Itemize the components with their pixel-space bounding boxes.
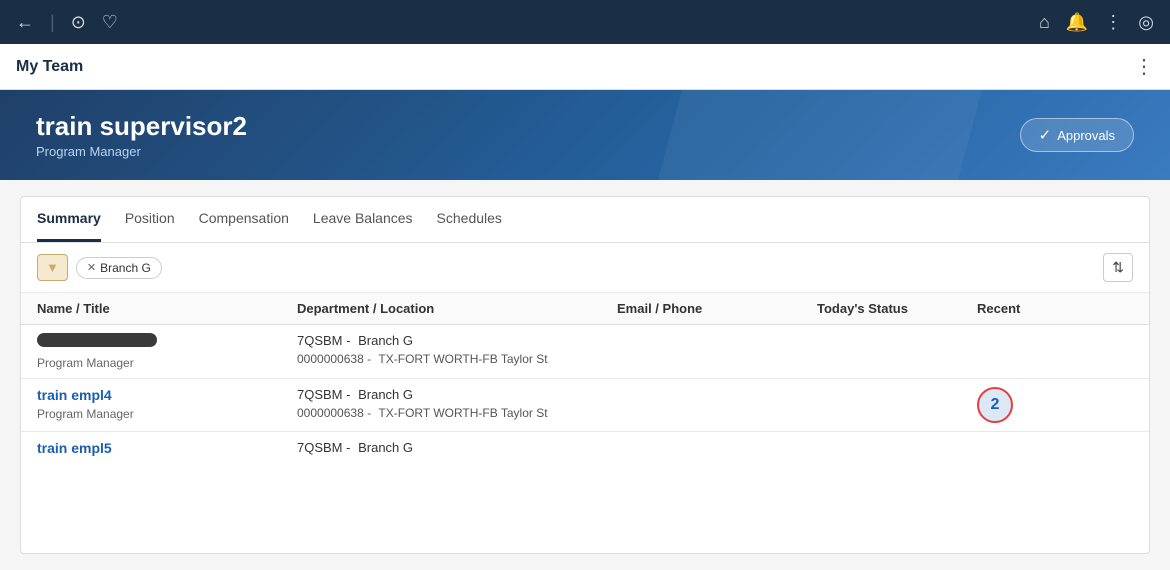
filter-close-icon[interactable]: ✕	[87, 261, 96, 274]
page-title: My Team	[16, 58, 83, 76]
employee-dept-primary: 7QSBM - Branch G	[297, 333, 617, 348]
col-header-dept: Department / Location	[297, 301, 617, 316]
employee-name-cell: train empl5	[37, 440, 297, 460]
filter-row: ▼ ✕ Branch G ⇅	[21, 243, 1149, 293]
hero-job-title: Program Manager	[36, 144, 247, 159]
content-card: Summary Position Compensation Leave Bala…	[20, 196, 1150, 554]
employee-job-title: Program Manager	[37, 407, 297, 421]
sort-icon: ⇅	[1112, 259, 1124, 275]
hero-banner: train supervisor2 Program Manager ✓ Appr…	[0, 90, 1170, 180]
compass-icon[interactable]: ◎	[1138, 12, 1154, 33]
tab-leave-balances[interactable]: Leave Balances	[313, 197, 413, 242]
approvals-button-label: Approvals	[1057, 128, 1115, 143]
notifications-icon[interactable]: 🔔	[1066, 12, 1088, 33]
employee-dept-cell: 7QSBM - Branch G 0000000638 - TX-FORT WO…	[297, 333, 617, 366]
employee-recent-cell[interactable]: 2	[977, 387, 1077, 423]
employee-job-title: Program Manager	[37, 356, 297, 370]
tab-schedules[interactable]: Schedules	[437, 197, 502, 242]
redacted-name-bar	[37, 333, 157, 347]
filter-button[interactable]: ▼	[37, 254, 68, 281]
page-header-bar: My Team ⋮	[0, 44, 1170, 90]
col-header-recent: Recent	[977, 301, 1077, 316]
table-body: Program Manager 7QSBM - Branch G 0000000…	[21, 325, 1149, 543]
employee-location: 0000000638 - TX-FORT WORTH-FB Taylor St	[297, 352, 617, 366]
main-content: Summary Position Compensation Leave Bala…	[0, 180, 1170, 570]
table-row: Program Manager 7QSBM - Branch G 0000000…	[21, 325, 1149, 379]
employee-dept-primary: 7QSBM - Branch G	[297, 440, 617, 455]
tab-position[interactable]: Position	[125, 197, 175, 242]
filter-left: ▼ ✕ Branch G	[37, 254, 162, 281]
employee-name-cell: Program Manager	[37, 333, 297, 370]
approvals-button[interactable]: ✓ Approvals	[1020, 118, 1134, 152]
table-header: Name / Title Department / Location Email…	[21, 293, 1149, 325]
checkmark-icon: ✓	[1039, 126, 1052, 144]
back-icon[interactable]: ←	[16, 12, 34, 33]
employee-name[interactable]: train empl5	[37, 440, 297, 456]
nav-left-icons: ← | ⊙ ♡	[16, 12, 118, 33]
employee-dept-cell: 7QSBM - Branch G 0000000638 - TX-FORT WO…	[297, 387, 617, 420]
employee-name[interactable]: train empl4	[37, 387, 297, 403]
employee-dept-cell: 7QSBM - Branch G	[297, 440, 617, 455]
table-row: train empl5 7QSBM - Branch G	[21, 432, 1149, 468]
recent-count-badge[interactable]: 2	[977, 387, 1013, 423]
tab-summary[interactable]: Summary	[37, 197, 101, 242]
col-header-email: Email / Phone	[617, 301, 817, 316]
nav-right-icons: ⌂ 🔔 ⋮ ◎	[1039, 12, 1154, 33]
filter-icon: ▼	[46, 260, 59, 275]
tabs-bar: Summary Position Compensation Leave Bala…	[21, 197, 1149, 243]
hero-text: train supervisor2 Program Manager	[36, 111, 247, 159]
employee-dept-primary: 7QSBM - Branch G	[297, 387, 617, 402]
favorites-icon[interactable]: ♡	[102, 12, 118, 33]
more-options-icon[interactable]: ⋮	[1104, 12, 1122, 33]
top-navigation: ← | ⊙ ♡ ⌂ 🔔 ⋮ ◎	[0, 0, 1170, 44]
home-icon[interactable]: ⌂	[1039, 12, 1050, 33]
employee-name-cell: train empl4 Program Manager	[37, 387, 297, 421]
history-icon[interactable]: ⊙	[71, 12, 86, 33]
active-filter-tag[interactable]: ✕ Branch G	[76, 257, 162, 279]
employee-location: 0000000638 - TX-FORT WORTH-FB Taylor St	[297, 406, 617, 420]
page-more-icon[interactable]: ⋮	[1134, 54, 1154, 79]
col-header-status: Today's Status	[817, 301, 977, 316]
filter-tag-label: Branch G	[100, 261, 151, 275]
col-header-name: Name / Title	[37, 301, 297, 316]
hero-user-name: train supervisor2	[36, 111, 247, 142]
sort-button[interactable]: ⇅	[1103, 253, 1133, 282]
table-row: train empl4 Program Manager 7QSBM - Bran…	[21, 379, 1149, 432]
tab-compensation[interactable]: Compensation	[199, 197, 289, 242]
